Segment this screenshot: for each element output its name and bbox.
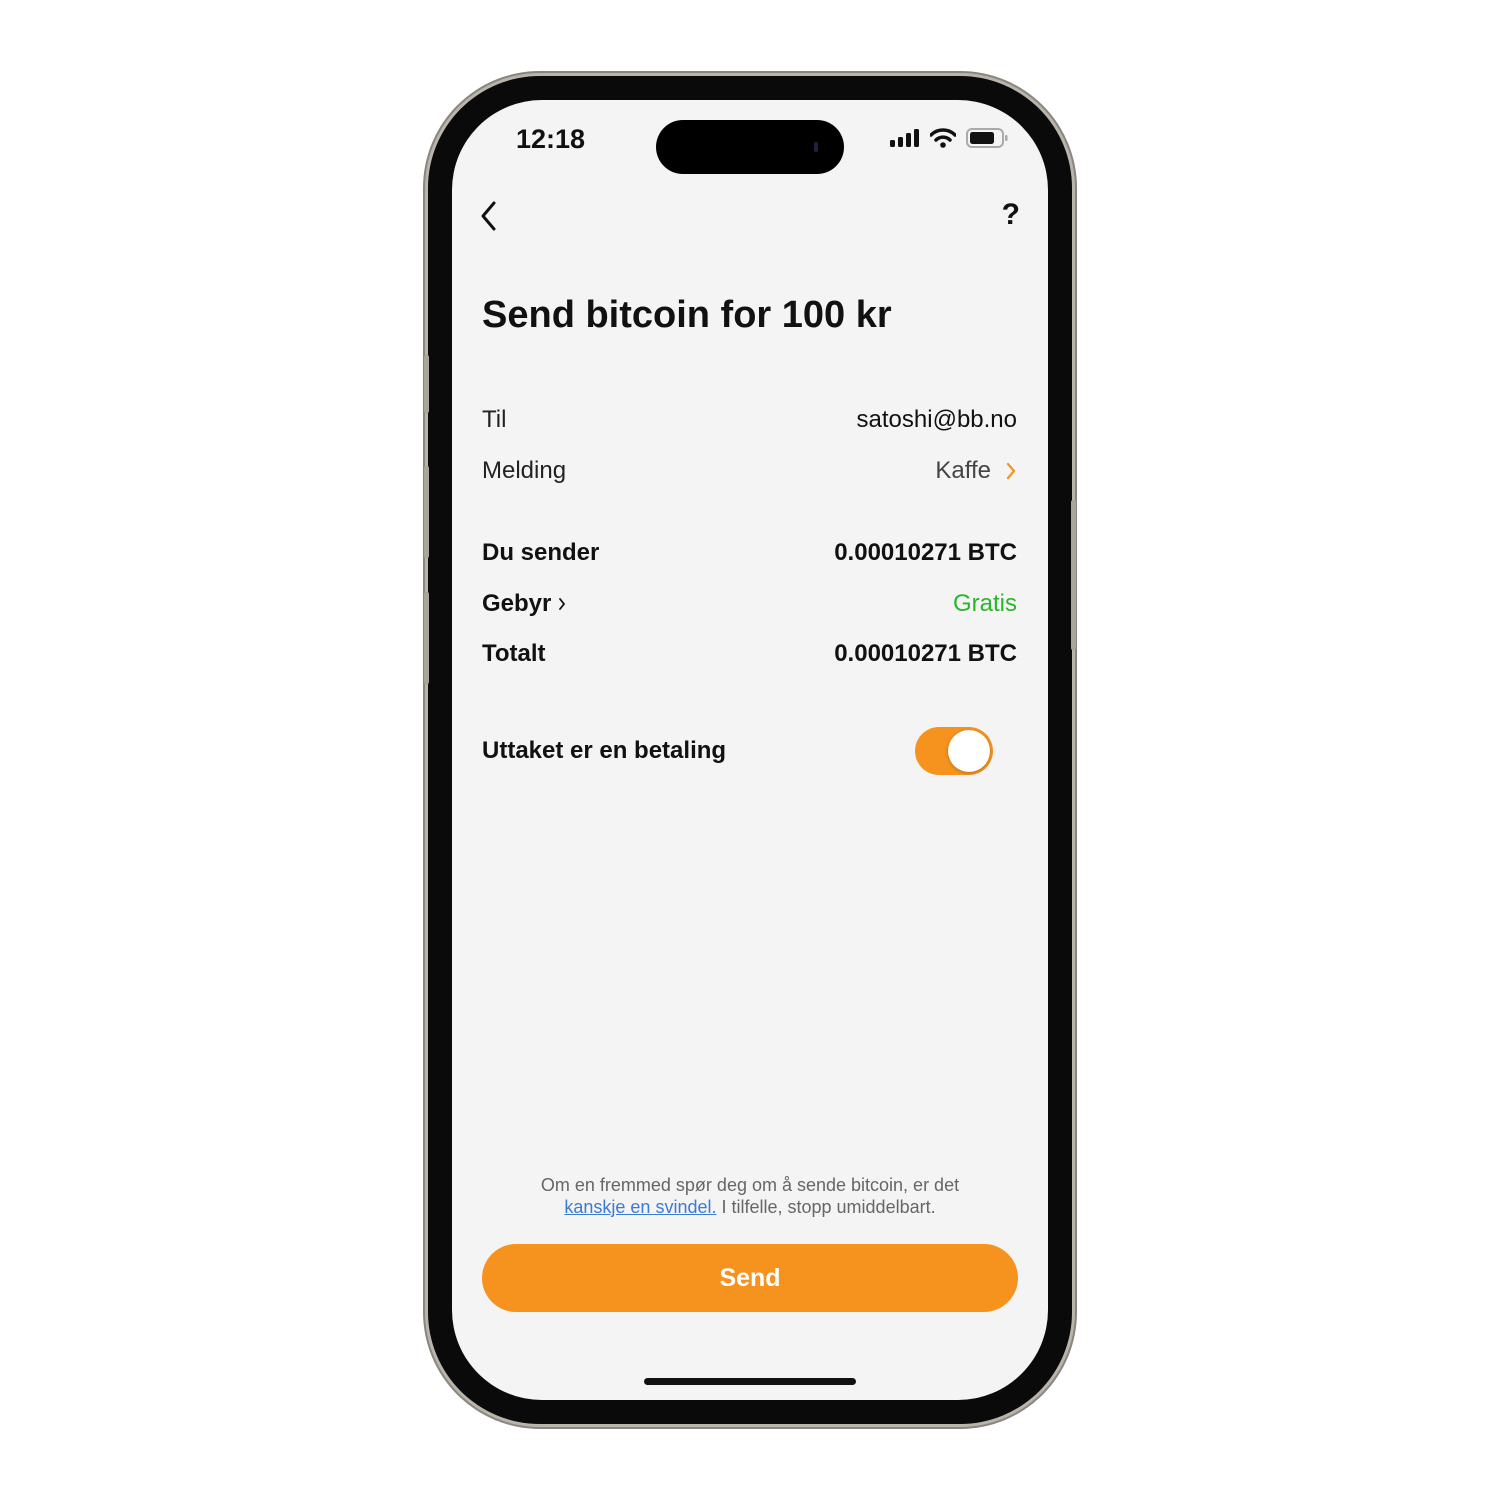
signal-icon xyxy=(890,129,919,147)
status-icons xyxy=(890,128,1008,148)
payment-toggle-label: Uttaket er en betaling xyxy=(482,737,727,764)
payment-toggle[interactable] xyxy=(915,727,993,775)
scam-info-link[interactable]: kanskje en svindel. xyxy=(564,1197,716,1217)
warning-text: Om en fremmed spør deg om å sende bitcoi… xyxy=(540,1175,960,1195)
total-row: Totalt 0.00010271 BTC xyxy=(482,640,1017,668)
status-time: 12:18 xyxy=(516,124,586,154)
scam-warning: Om en fremmed spør deg om å sende bitcoi… xyxy=(482,1174,1018,1218)
camera-icon xyxy=(814,142,818,152)
to-value: satoshi@bb.no xyxy=(856,406,1017,433)
sending-value: 0.00010271 BTC xyxy=(834,539,1017,566)
power-button xyxy=(1071,500,1076,650)
action-button xyxy=(424,355,429,413)
fee-row[interactable]: Gebyr Gratis xyxy=(482,590,1017,618)
chevron-right-icon xyxy=(559,598,566,610)
to-label: Til xyxy=(482,406,507,433)
sending-row: Du sender 0.00010271 BTC xyxy=(482,539,1017,567)
sending-label: Du sender xyxy=(482,539,600,566)
payment-toggle-row: Uttaket er en betaling xyxy=(482,727,993,775)
dynamic-island xyxy=(656,120,844,174)
page-title: Send bitcoin for 100 kr xyxy=(482,294,892,336)
chevron-right-icon xyxy=(1006,462,1016,480)
volume-up-button xyxy=(424,466,429,558)
message-label: Melding xyxy=(482,457,567,484)
screen: 12:18 ? Send bitcoin for 100 kr Til sato… xyxy=(452,100,1048,1400)
fee-value: Gratis xyxy=(952,590,1017,617)
home-indicator[interactable] xyxy=(644,1378,856,1385)
back-button[interactable] xyxy=(478,200,500,232)
message-row[interactable]: Melding Kaffe xyxy=(482,457,1017,485)
warning-text-after: I tilfelle, stopp umiddelbart. xyxy=(716,1197,936,1217)
total-label: Totalt xyxy=(482,640,546,667)
fee-label: Gebyr xyxy=(482,590,552,617)
toggle-knob xyxy=(948,730,990,772)
volume-down-button xyxy=(424,592,429,684)
help-button[interactable]: ? xyxy=(1002,198,1020,232)
wifi-icon xyxy=(930,128,956,148)
send-button[interactable]: Send xyxy=(482,1244,1018,1312)
total-value: 0.00010271 BTC xyxy=(834,640,1017,667)
recipient-row: Til satoshi@bb.no xyxy=(482,406,1017,434)
battery-icon xyxy=(966,128,1008,148)
message-value: Kaffe xyxy=(935,457,991,484)
